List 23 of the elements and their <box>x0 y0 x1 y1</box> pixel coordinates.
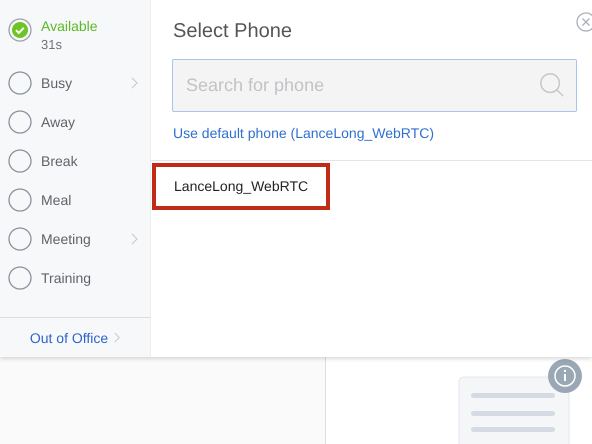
status-item[interactable]: Busy <box>0 63 150 102</box>
search-icon <box>539 72 565 98</box>
status-label: Busy <box>41 74 74 90</box>
status-label: Break <box>41 152 79 168</box>
close-icon[interactable] <box>576 12 592 32</box>
status-label: Meeting <box>41 230 92 246</box>
status-label: Meal <box>41 192 72 208</box>
phone-item[interactable]: LanceLong_WebRTC <box>152 163 330 210</box>
default-phone-link[interactable]: Use default phone (LanceLong_WebRTC) <box>173 125 434 141</box>
status-item[interactable]: Training <box>0 258 150 297</box>
status-item[interactable]: Available 31s <box>0 18 150 56</box>
status-timer: 31s <box>41 37 63 52</box>
status-label: Away <box>41 114 76 130</box>
status-label: Available <box>41 18 99 34</box>
chevron-right-icon <box>114 332 120 343</box>
status-item[interactable]: Meal <box>0 180 150 219</box>
status-item[interactable]: Away <box>0 102 150 141</box>
status-item[interactable]: Meeting <box>0 219 150 258</box>
info-icon[interactable] <box>548 359 582 393</box>
out-of-office-link[interactable]: Out of Office <box>30 330 108 346</box>
dialog-title: Select Phone <box>173 20 292 43</box>
status-label: Training <box>41 270 92 286</box>
status-item[interactable]: Break <box>0 141 150 180</box>
